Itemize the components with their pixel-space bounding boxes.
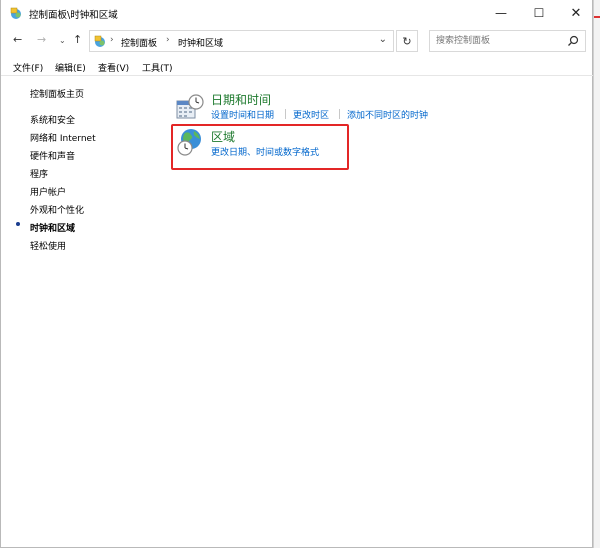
active-bullet-icon [16,222,20,226]
refresh-button[interactable]: ↻ [396,30,418,52]
breadcrumb-control-panel[interactable]: 控制面板 [121,36,157,49]
edge-fragment [594,16,600,18]
link-change-timezone[interactable]: 更改时区 [293,108,329,121]
menu-tools[interactable]: 工具(T) [142,61,173,74]
link-divider [285,109,286,119]
sidebar-item-appearance[interactable]: 外观和个性化 [30,203,84,216]
up-button[interactable]: ↑ [73,33,82,46]
control-panel-icon [94,35,105,47]
region-highlight-box [171,124,349,170]
sidebar-item-network-internet[interactable]: 网络和 Internet [30,131,96,144]
link-divider [339,109,340,119]
menu-view[interactable]: 查看(V) [98,61,129,74]
chevron-right-icon: › [110,35,114,45]
link-add-clocks[interactable]: 添加不同时区的时钟 [347,108,428,121]
navigation-bar: ← → ⌄ ↑ › 控制面板 › 时钟和区域 ⌄ ↻ [1,26,594,56]
link-set-time-date[interactable]: 设置时间和日期 [211,108,274,121]
search-input[interactable] [436,34,556,48]
search-box[interactable] [429,30,586,52]
sidebar-item-ease-of-access[interactable]: 轻松使用 [30,239,66,252]
menu-bar: 文件(F) 编辑(E) 查看(V) 工具(T) [1,58,594,76]
control-panel-icon [10,7,21,19]
maximize-button[interactable]: ☐ [521,0,557,26]
sidebar-item-user-accounts[interactable]: 用户帐户 [30,185,66,198]
sidebar-item-programs[interactable]: 程序 [30,167,48,180]
window-title: 控制面板\时钟和区域 [29,10,118,21]
menu-file[interactable]: 文件(F) [13,61,43,74]
chevron-right-icon[interactable]: › [166,35,170,45]
address-bar[interactable]: › 控制面板 › 时钟和区域 ⌄ [89,30,394,52]
sidebar-item-system-security[interactable]: 系统和安全 [30,113,75,126]
menu-edit[interactable]: 编辑(E) [55,61,86,74]
close-button[interactable]: ✕ [558,0,594,26]
sidebar-item-hardware-sound[interactable]: 硬件和声音 [30,149,75,162]
sidebar-item-clock-region[interactable]: 时钟和区域 [30,221,75,234]
breadcrumb-clock-region[interactable]: 时钟和区域 [178,36,223,49]
forward-button[interactable]: → [37,33,46,46]
background-window-edge [593,0,600,548]
control-panel-window: 控制面板\时钟和区域 — ☐ ✕ ← → ⌄ ↑ › 控制面板 › 时钟和区域 … [0,0,594,548]
chevron-down-icon[interactable]: ⌄ [379,34,387,45]
title-bar: 控制面板\时钟和区域 — ☐ ✕ [1,0,594,26]
minimize-button[interactable]: — [483,0,519,26]
recent-locations-button[interactable]: ⌄ [59,36,66,45]
search-icon[interactable] [567,35,579,47]
sidebar-home-link[interactable]: 控制面板主页 [30,87,84,100]
category-title-date-time[interactable]: 日期和时间 [211,91,271,108]
back-button[interactable]: ← [13,33,22,46]
date-time-icon[interactable] [176,93,204,121]
